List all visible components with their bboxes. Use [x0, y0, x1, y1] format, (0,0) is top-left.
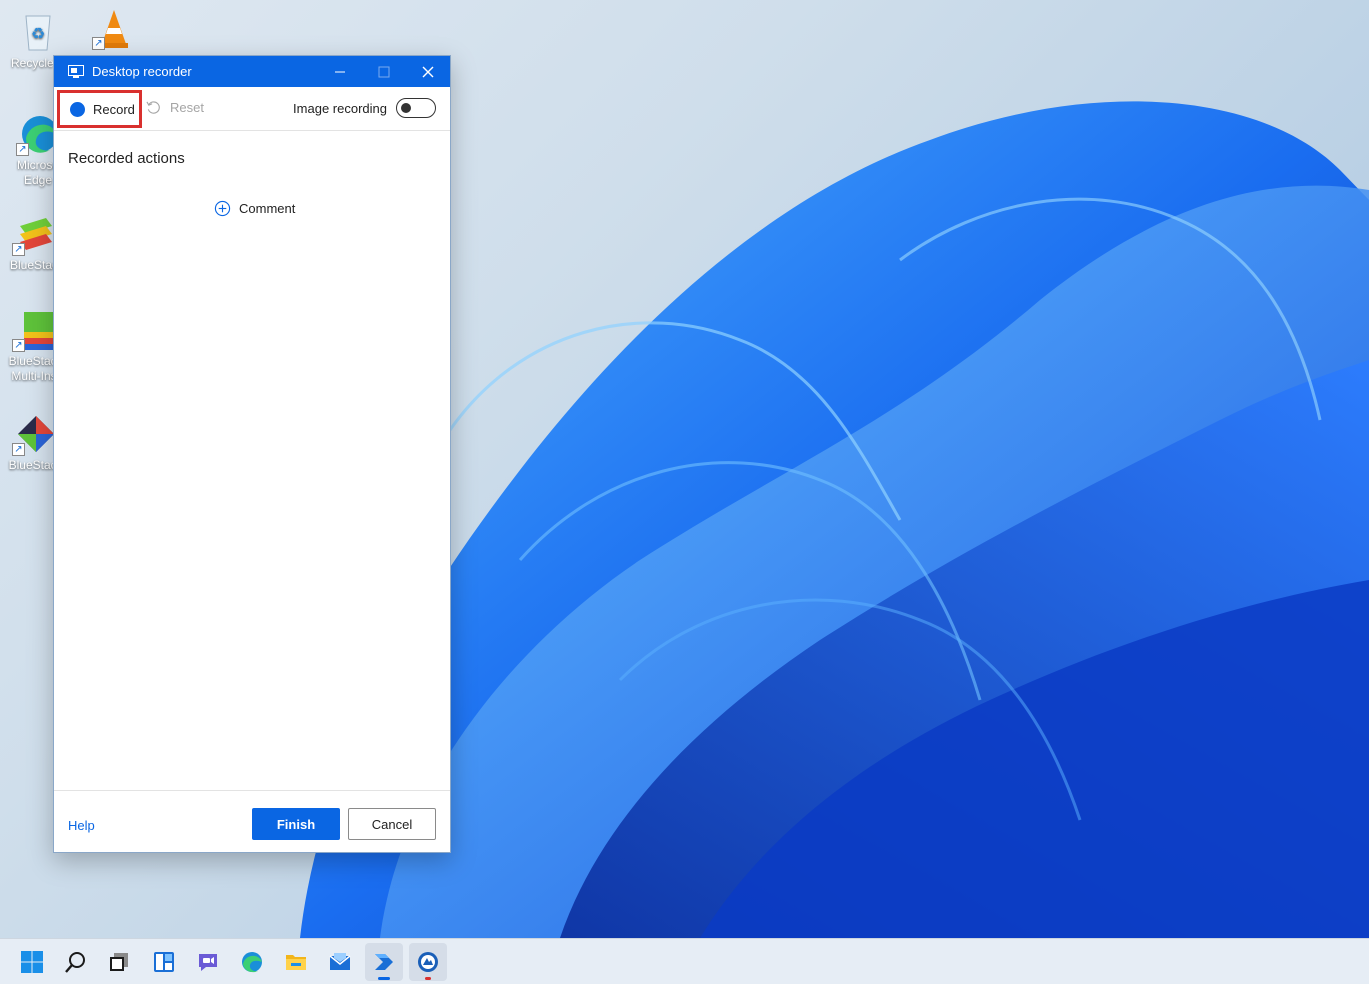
shortcut-arrow-icon: ↗	[12, 243, 25, 256]
start-icon	[21, 951, 43, 973]
recycle-bin-icon: ♻	[16, 10, 60, 54]
window-footer: Help Finish Cancel	[54, 790, 450, 853]
desktop-icon-label: BlueStaci Multi-Ins	[8, 354, 60, 383]
shortcut-arrow-icon: ↗	[16, 143, 29, 156]
chat-icon	[199, 954, 217, 971]
power-automate-icon	[375, 954, 393, 970]
taskbar-start-button[interactable]	[13, 943, 51, 981]
shortcut-arrow-icon: ↗	[12, 443, 25, 456]
desktop-icon-label: BlueStaci	[8, 458, 60, 472]
taskbar-edge-button[interactable]	[233, 943, 271, 981]
recording-indicator	[425, 977, 431, 980]
close-icon	[422, 66, 434, 77]
minimize-button[interactable]	[318, 56, 362, 87]
taskbar	[0, 938, 1369, 984]
record-label: Record	[93, 101, 135, 117]
desktop-recorder-icon	[418, 952, 438, 972]
bluestacks-multi-instance-icon: ↗	[12, 308, 56, 352]
maximize-button[interactable]	[362, 56, 406, 87]
search-icon	[65, 952, 85, 973]
task-view-icon	[110, 953, 128, 971]
taskbar-task-view-button[interactable]	[100, 943, 138, 981]
maximize-icon	[378, 66, 390, 77]
close-button[interactable]	[406, 56, 450, 87]
taskbar-mail-button[interactable]	[321, 943, 359, 981]
taskbar-widgets-button[interactable]	[145, 943, 183, 981]
image-recording-toggle[interactable]	[396, 98, 436, 118]
desktop-icon-label: BlueStac	[9, 258, 59, 272]
comment-label: Comment	[239, 201, 296, 216]
mail-icon	[329, 953, 351, 970]
taskbar-power-automate-button[interactable]	[365, 943, 403, 981]
desktop-icon-vlc[interactable]: ↗	[78, 6, 150, 52]
edge-icon	[242, 952, 262, 973]
file-explorer-icon	[286, 955, 306, 970]
bluestacks-x-icon: ↗	[12, 412, 56, 456]
bluestacks-icon: ↗	[12, 212, 56, 256]
reset-button[interactable]: Reset	[146, 100, 204, 115]
add-circle-icon	[214, 200, 231, 217]
taskbar-chat-button[interactable]	[189, 943, 227, 981]
window-title: Desktop recorder	[92, 64, 192, 79]
recorder-toolbar: Record Reset Image recording	[54, 87, 450, 131]
cancel-button[interactable]: Cancel	[348, 808, 436, 840]
widgets-icon	[154, 952, 174, 972]
record-button[interactable]: Record	[57, 90, 142, 128]
recorded-actions-heading: Recorded actions	[68, 150, 185, 167]
image-recording-label: Image recording	[293, 100, 387, 116]
desktop-recorder-window: Desktop recorder Record Reset Image reco…	[53, 55, 451, 853]
reset-icon	[146, 101, 160, 114]
desktop-recorder-app-icon	[68, 64, 84, 78]
minimize-icon	[335, 71, 345, 72]
svg-text:♻: ♻	[31, 24, 45, 43]
active-app-indicator	[378, 977, 390, 980]
shortcut-arrow-icon: ↗	[92, 37, 105, 50]
help-link[interactable]: Help	[68, 818, 95, 833]
toggle-knob	[401, 103, 411, 113]
shortcut-arrow-icon: ↗	[12, 339, 25, 352]
taskbar-desktop-recorder-button[interactable]	[409, 943, 447, 981]
taskbar-search-button[interactable]	[57, 943, 95, 981]
reset-label: Reset	[170, 100, 204, 115]
vlc-icon: ↗	[92, 6, 136, 50]
title-bar[interactable]: Desktop recorder	[54, 56, 450, 87]
finish-button[interactable]: Finish	[252, 808, 340, 840]
add-comment-button[interactable]: Comment	[214, 200, 295, 217]
taskbar-file-explorer-button[interactable]	[277, 943, 315, 981]
record-icon	[70, 101, 85, 117]
image-recording-control: Image recording	[293, 98, 436, 118]
